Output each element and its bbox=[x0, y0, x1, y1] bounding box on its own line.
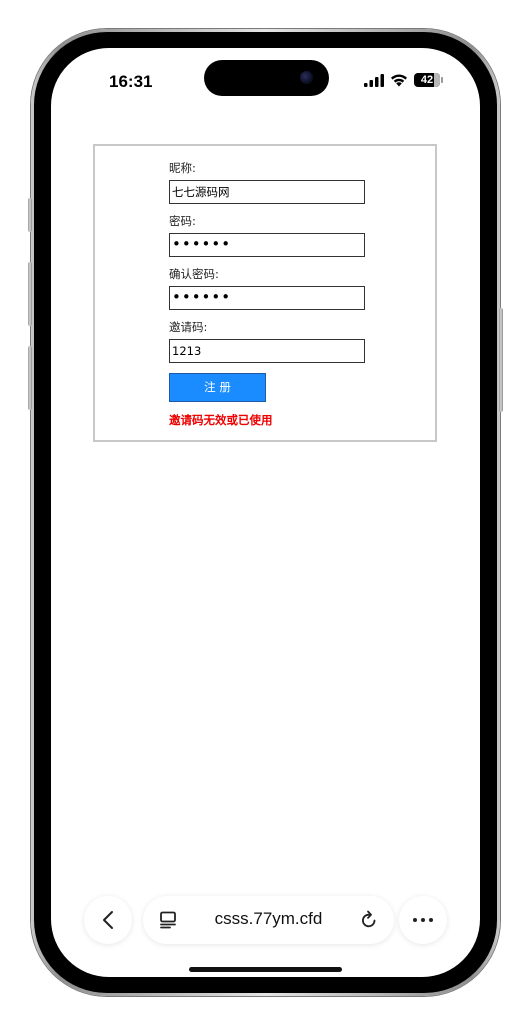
invite-code-label: 邀请码: bbox=[169, 320, 208, 334]
reload-icon[interactable] bbox=[360, 910, 378, 930]
home-indicator[interactable] bbox=[189, 967, 342, 972]
registration-form: 昵称: 七七源码网 密码: •••••• 确认密码: •••••• 邀请码: 1… bbox=[93, 144, 437, 442]
battery-icon: 42 bbox=[414, 73, 443, 87]
password-label: 密码: bbox=[169, 214, 196, 228]
wifi-icon bbox=[391, 74, 407, 87]
phone-screen: 16:31 42 昵称: 七七源码网 密码: •••••• 确认密码: ••••… bbox=[51, 48, 480, 977]
nickname-input[interactable]: 七七源码网 bbox=[169, 180, 365, 204]
battery-empty-portion bbox=[434, 73, 440, 87]
status-time: 16:31 bbox=[109, 72, 153, 91]
phone-frame: 16:31 42 昵称: 七七源码网 密码: •••••• 确认密码: ••••… bbox=[31, 29, 500, 996]
action-button bbox=[28, 198, 32, 232]
power-button bbox=[499, 308, 503, 412]
url-text[interactable]: csss.77ym.cfd bbox=[143, 909, 394, 929]
invite-code-input[interactable]: 1213 bbox=[169, 339, 365, 363]
nickname-label: 昵称: bbox=[169, 161, 196, 175]
status-icons: 42 bbox=[364, 70, 443, 90]
error-message: 邀请码无效或已使用 bbox=[169, 413, 273, 427]
more-button[interactable] bbox=[399, 896, 447, 944]
browser-toolbar: csss.77ym.cfd bbox=[51, 896, 480, 946]
back-button[interactable] bbox=[84, 896, 132, 944]
more-icon bbox=[413, 918, 433, 922]
back-icon bbox=[103, 911, 113, 929]
confirm-password-input[interactable]: •••••• bbox=[169, 286, 365, 310]
battery-level: 42 bbox=[420, 74, 434, 86]
form-fields: 昵称: 七七源码网 密码: •••••• 确认密码: •••••• 邀请码: 1… bbox=[169, 160, 365, 428]
register-button[interactable]: 注 册 bbox=[169, 373, 266, 402]
camera-icon bbox=[300, 71, 313, 84]
volume-up-button bbox=[28, 262, 32, 326]
address-bar[interactable]: csss.77ym.cfd bbox=[143, 896, 394, 944]
cellular-signal-icon bbox=[364, 73, 384, 87]
password-input[interactable]: •••••• bbox=[169, 233, 365, 257]
phone-bezel: 16:31 42 昵称: 七七源码网 密码: •••••• 确认密码: ••••… bbox=[34, 32, 497, 993]
confirm-password-label: 确认密码: bbox=[169, 267, 219, 281]
volume-down-button bbox=[28, 346, 32, 410]
dynamic-island bbox=[204, 60, 329, 96]
